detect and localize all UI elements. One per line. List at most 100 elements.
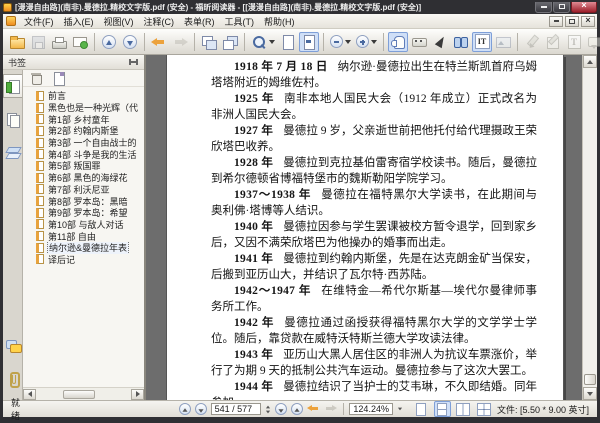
attachments-tab[interactable] — [3, 367, 22, 391]
app-window: [漫漫自由路](南非).曼德拉.精校文字版.pdf (安全) - 福昕阅读器 -… — [0, 0, 600, 423]
previous-view-button[interactable] — [306, 404, 320, 414]
bookmark-item[interactable]: 第1部 乡村童年 — [36, 113, 142, 125]
horizontal-scroll-thumb[interactable] — [62, 389, 95, 399]
vertical-scroll-thumb[interactable] — [584, 374, 596, 385]
bookmark-item[interactable]: 第5部 叛国罪 — [36, 160, 142, 172]
minimize-button[interactable] — [535, 1, 552, 13]
zoom-out-button[interactable] — [328, 32, 353, 52]
restore-button[interactable] — [553, 1, 570, 13]
bookmark-item[interactable]: 第2部 约翰内斯堡 — [36, 125, 142, 137]
open-button[interactable] — [7, 32, 27, 52]
sidebar-horizontal-scrollbar[interactable] — [23, 387, 144, 400]
menu-item[interactable]: 帮助(H) — [259, 14, 300, 29]
bookmark-item[interactable]: 第10部 与敌人对话 — [36, 219, 142, 231]
previous-page-button[interactable] — [194, 403, 207, 415]
next-page-button[interactable] — [120, 32, 140, 52]
dropdown-caret-icon[interactable] — [345, 39, 351, 44]
next-view-button[interactable] — [324, 404, 337, 414]
next-view-button — [170, 32, 190, 52]
child-close-button[interactable]: × — [581, 15, 595, 27]
delete-bookmark-button[interactable] — [30, 71, 43, 85]
zoom-level-input[interactable]: 124.24% — [349, 403, 393, 415]
continuous-facing-icon — [477, 402, 492, 416]
paragraph-year: 1942 年 — [234, 317, 275, 329]
page-number-input[interactable]: 541 / 577 — [210, 403, 261, 415]
search-button[interactable] — [451, 32, 471, 52]
continuous-layout-button[interactable] — [433, 401, 451, 417]
paragraph: 1943 年亚历山大黑人居住区的非洲人为抗议车票涨价，举行了为期 9 天的抵制公… — [211, 349, 537, 377]
select-text-button[interactable]: IT — [472, 31, 492, 52]
bookmark-item[interactable]: 第8部 罗本岛：黑暗 — [36, 195, 142, 207]
first-page-button[interactable] — [178, 403, 191, 415]
bookmark-item[interactable]: 第3部 一个自由战士的 — [36, 137, 142, 149]
scroll-up-button[interactable] — [583, 55, 597, 68]
split-window-button[interactable] — [220, 32, 240, 52]
bookmark-label: 第11部 自由 — [48, 231, 96, 242]
expand-bookmarks-button[interactable] — [52, 71, 65, 86]
zoom-spinner[interactable] — [397, 407, 403, 411]
bookmark-item[interactable]: 黑色也是一种光辉（代 — [36, 102, 142, 114]
previous-page-icon — [102, 34, 116, 49]
pin-icon[interactable] — [129, 57, 139, 67]
facing-layout-button[interactable] — [455, 401, 472, 417]
last-page-button[interactable] — [290, 403, 303, 415]
print-button[interactable] — [49, 32, 69, 52]
zoom-in-button[interactable] — [354, 32, 379, 52]
bookmark-item[interactable]: 纳尔逊&曼德拉年表 — [36, 241, 142, 254]
next-page-button[interactable] — [274, 403, 287, 415]
horizontal-scroll-track[interactable] — [36, 389, 131, 400]
previous-view-button[interactable] — [149, 32, 169, 52]
bookmark-item[interactable]: 第7部 利沃尼亚 — [36, 184, 142, 196]
navigation-pane: 书签 前言 黑色也是一种光辉（代 第1部 乡村童年 第2部 约翰内斯堡 第3部 … — [3, 55, 146, 400]
menu-item[interactable]: 工具(T) — [220, 14, 260, 29]
bookmark-label: 前言 — [48, 91, 67, 102]
close-button[interactable]: × — [571, 1, 597, 13]
pencil-tool-icon — [524, 34, 540, 50]
scroll-right-button[interactable] — [131, 388, 144, 400]
continuous-facing-layout-button[interactable] — [476, 401, 493, 417]
bookmark-item[interactable]: 第9部 罗本岛：希望 — [36, 207, 142, 219]
next-page-icon — [278, 408, 284, 413]
menu-item[interactable]: 视图(V) — [99, 14, 139, 29]
menu-item[interactable]: 注释(C) — [139, 14, 180, 29]
scroll-down-button[interactable] — [583, 387, 597, 400]
pages-tab[interactable] — [3, 107, 22, 131]
bookmark-item[interactable]: 第6部 黑色的海绿花 — [36, 172, 142, 184]
scroll-down-icon — [587, 391, 593, 396]
dropdown-caret-icon[interactable] — [269, 39, 275, 44]
note-tool-button — [585, 32, 600, 52]
comments-tab[interactable] — [3, 334, 22, 358]
paragraph: 1944 年曼德拉结识了当护士的艾韦琳，不久即结婚。同年参加 — [211, 381, 537, 400]
snapshot-button[interactable] — [409, 32, 429, 52]
menu-item[interactable]: 表单(R) — [179, 14, 220, 29]
bookmark-item[interactable]: 第11部 自由 — [36, 230, 142, 242]
page-spinner[interactable] — [265, 405, 271, 414]
email-button[interactable] — [70, 32, 90, 52]
hand-tool-button[interactable] — [388, 31, 408, 52]
bookmark-item[interactable]: 第4部 斗争是我的生活 — [36, 148, 142, 160]
document-icon[interactable] — [6, 16, 16, 26]
multi-window-button[interactable] — [199, 32, 219, 52]
select-annotation-button[interactable] — [430, 32, 450, 52]
fit-width-button[interactable] — [299, 31, 319, 52]
bookmark-item[interactable]: 译后记 — [36, 254, 142, 266]
child-minimize-button[interactable] — [549, 15, 563, 27]
layers-tab[interactable] — [3, 140, 22, 164]
child-restore-button[interactable] — [565, 15, 579, 27]
menu-item[interactable]: 文件(F) — [19, 14, 59, 29]
menu-item[interactable]: 插入(E) — [59, 14, 99, 29]
bookmark-label: 译后记 — [48, 254, 76, 265]
actual-size-button[interactable] — [278, 32, 298, 52]
vertical-scrollbar[interactable] — [582, 55, 597, 400]
bookmark-label: 第3部 一个自由战士的 — [48, 138, 137, 149]
zoom-tool-button[interactable] — [249, 32, 277, 52]
dropdown-caret-icon[interactable] — [371, 39, 377, 44]
toolbar: IT T — [3, 29, 600, 55]
paragraph: 1928 年曼德拉到克拉基伯雷寄宿学校读书。随后，曼德拉到希尔德顿省博福特堡市的… — [211, 157, 537, 185]
bookmark-item[interactable]: 前言 — [36, 90, 142, 102]
toolbar-separator — [144, 32, 145, 51]
single-page-layout-button[interactable] — [413, 401, 430, 417]
vertical-scroll-track[interactable] — [583, 68, 597, 387]
previous-page-button[interactable] — [99, 32, 119, 52]
bookmarks-tab[interactable] — [3, 74, 22, 98]
